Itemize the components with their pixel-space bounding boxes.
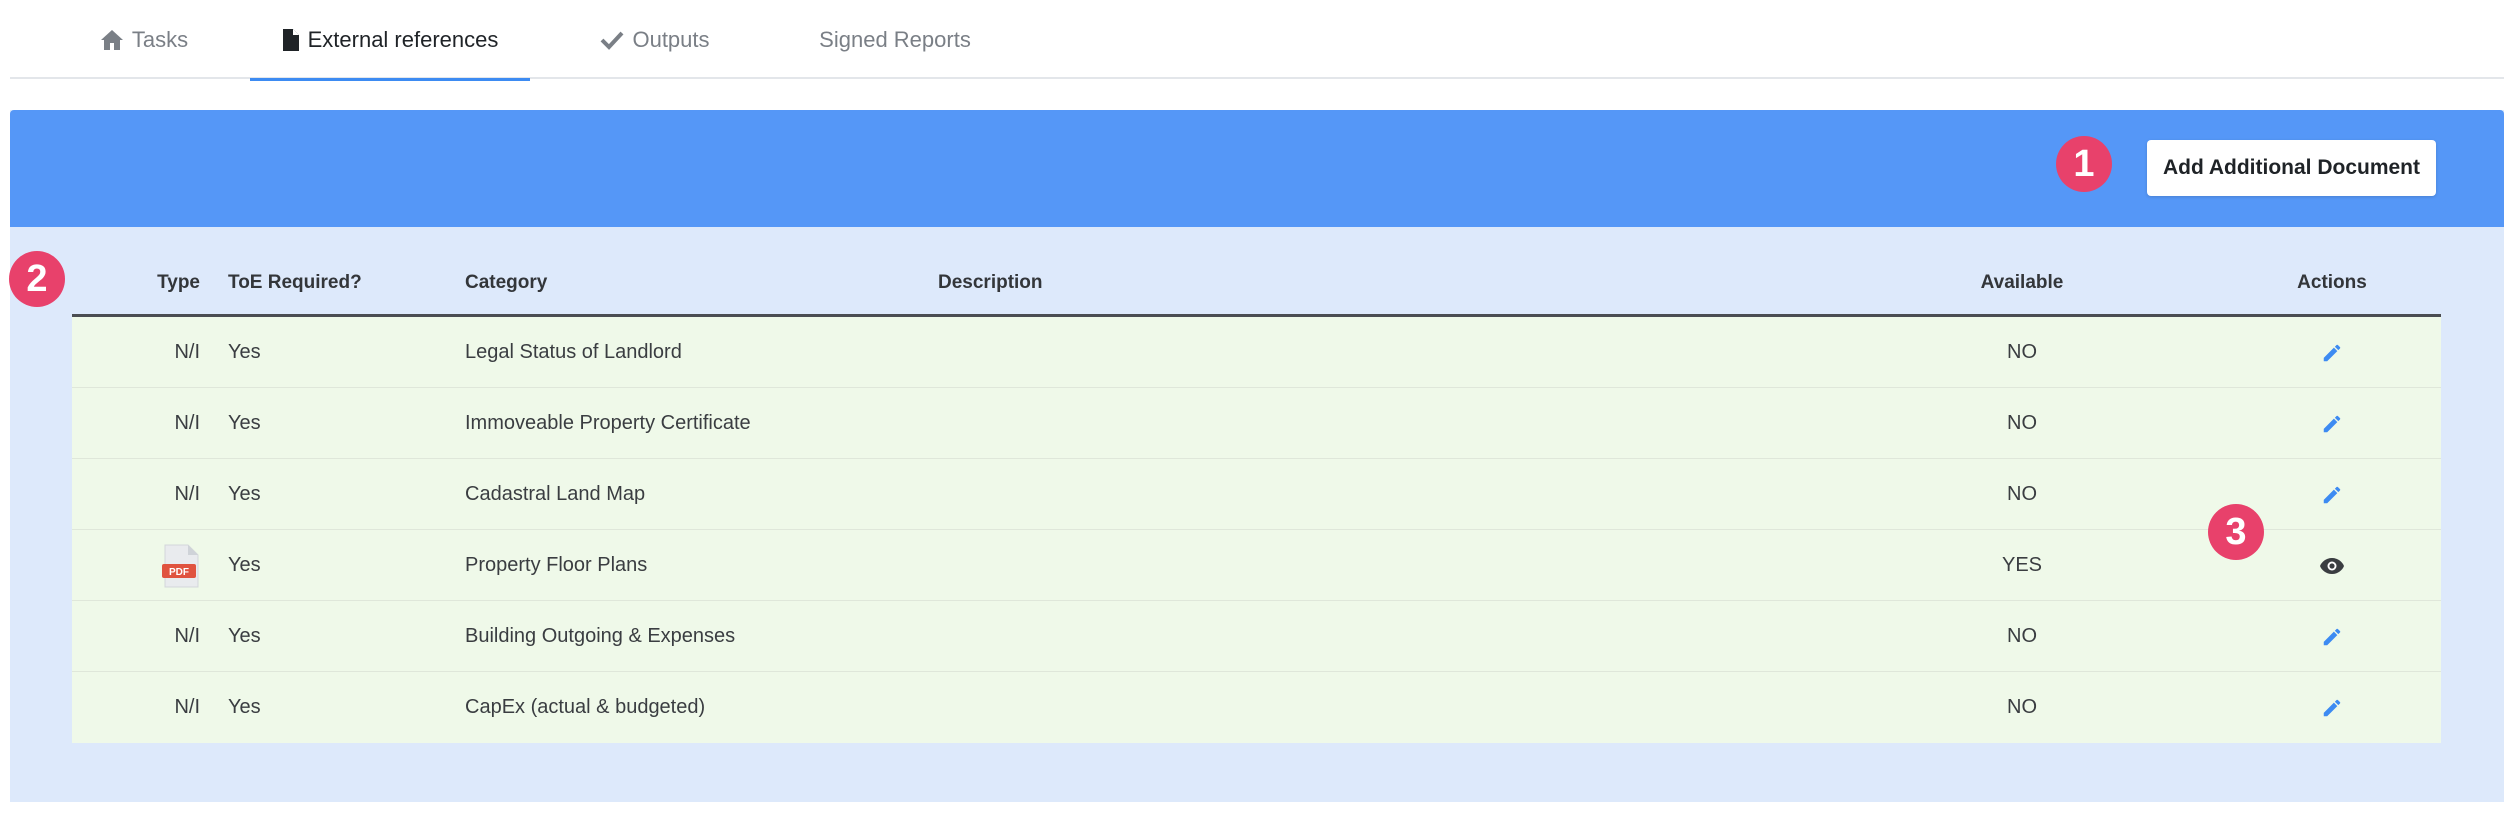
tab-external-references[interactable]: External references	[250, 0, 530, 81]
checkmark-icon	[600, 30, 624, 50]
type-cell: PDF	[72, 530, 200, 601]
tab-label: Signed Reports	[819, 26, 971, 52]
edit-icon[interactable]	[2321, 697, 2343, 719]
header-toe-required: ToE Required?	[228, 271, 362, 293]
documents-table: Type ToE Required? Category Description …	[72, 251, 2441, 743]
category-cell: Immoveable Property Certificate	[465, 412, 751, 434]
toe-cell: Yes	[228, 483, 261, 505]
step-marker: 3	[2208, 504, 2264, 560]
description-cell	[938, 459, 1538, 530]
category-cell: Legal Status of Landlord	[465, 341, 682, 363]
step-marker: 2	[9, 251, 65, 307]
type-cell: N/I	[174, 625, 200, 647]
actions-cell	[2272, 601, 2392, 672]
table-row: N/I Yes CapEx (actual & budgeted) NO	[72, 672, 2441, 743]
table-header: Type ToE Required? Category Description …	[72, 251, 2441, 317]
home-icon	[100, 29, 124, 51]
type-cell: N/I	[174, 412, 200, 434]
available-cell: YES	[2001, 554, 2043, 576]
header-type: Type	[157, 271, 200, 293]
description-cell	[938, 601, 1538, 672]
category-cell: Cadastral Land Map	[465, 483, 646, 505]
available-cell: NO	[2007, 412, 2037, 434]
toe-cell: Yes	[228, 625, 261, 647]
edit-icon[interactable]	[2321, 484, 2343, 506]
header-actions: Actions	[2297, 271, 2367, 293]
tab-bar: Tasks External references Outputs Signed…	[10, 0, 2504, 81]
available-cell: NO	[2007, 341, 2037, 363]
available-cell: NO	[2007, 483, 2037, 505]
category-cell: Property Floor Plans	[465, 554, 648, 576]
type-cell: N/I	[174, 341, 200, 363]
toe-cell: Yes	[228, 696, 261, 718]
type-cell: N/I	[174, 483, 200, 505]
description-cell	[938, 530, 1538, 601]
table-row: N/I Yes Cadastral Land Map NO	[72, 459, 2441, 530]
tab-label: Outputs	[632, 26, 710, 52]
actions-cell	[2272, 317, 2392, 388]
description-cell	[938, 672, 1538, 743]
table-row: N/I Yes Immoveable Property Certificate …	[72, 388, 2441, 459]
actions-cell	[2272, 672, 2392, 743]
tab-label: Tasks	[131, 26, 189, 52]
description-cell	[938, 317, 1538, 388]
description-cell	[938, 388, 1538, 459]
actions-cell	[2272, 530, 2392, 601]
svg-text:PDF: PDF	[169, 567, 189, 578]
step-marker: 1	[2056, 136, 2112, 192]
header-description: Description	[938, 271, 1043, 293]
toe-cell: Yes	[228, 554, 261, 576]
add-document-button[interactable]: Add Additional Document	[2147, 140, 2436, 196]
table-row: PDF Yes Property Floor Plans YES	[72, 530, 2441, 601]
pdf-file-icon[interactable]: PDF	[162, 544, 200, 588]
available-cell: NO	[2007, 625, 2037, 647]
header-category: Category	[465, 271, 548, 293]
edit-icon[interactable]	[2321, 413, 2343, 435]
actions-cell	[2272, 459, 2392, 530]
edit-icon[interactable]	[2321, 342, 2343, 364]
tab-label: External references	[307, 26, 499, 52]
table-row: N/I Yes Building Outgoing & Expenses NO	[72, 601, 2441, 672]
toe-cell: Yes	[228, 412, 261, 434]
tab-outputs[interactable]: Outputs	[580, 0, 730, 79]
toe-cell: Yes	[228, 341, 261, 363]
table-row: N/I Yes Legal Status of Landlord NO	[72, 317, 2441, 388]
actions-cell	[2272, 388, 2392, 459]
eye-icon[interactable]	[2319, 556, 2345, 576]
document-icon	[282, 28, 300, 52]
type-cell: N/I	[174, 696, 200, 718]
tab-signed-reports[interactable]: Signed Reports	[800, 0, 990, 79]
category-cell: CapEx (actual & budgeted)	[465, 696, 706, 718]
panel-header: Add Additional Document	[10, 110, 2504, 227]
tab-tasks[interactable]: Tasks	[80, 0, 208, 79]
edit-icon[interactable]	[2321, 626, 2343, 648]
available-cell: NO	[2007, 696, 2037, 718]
category-cell: Building Outgoing & Expenses	[465, 625, 736, 647]
header-available: Available	[1980, 271, 2064, 293]
